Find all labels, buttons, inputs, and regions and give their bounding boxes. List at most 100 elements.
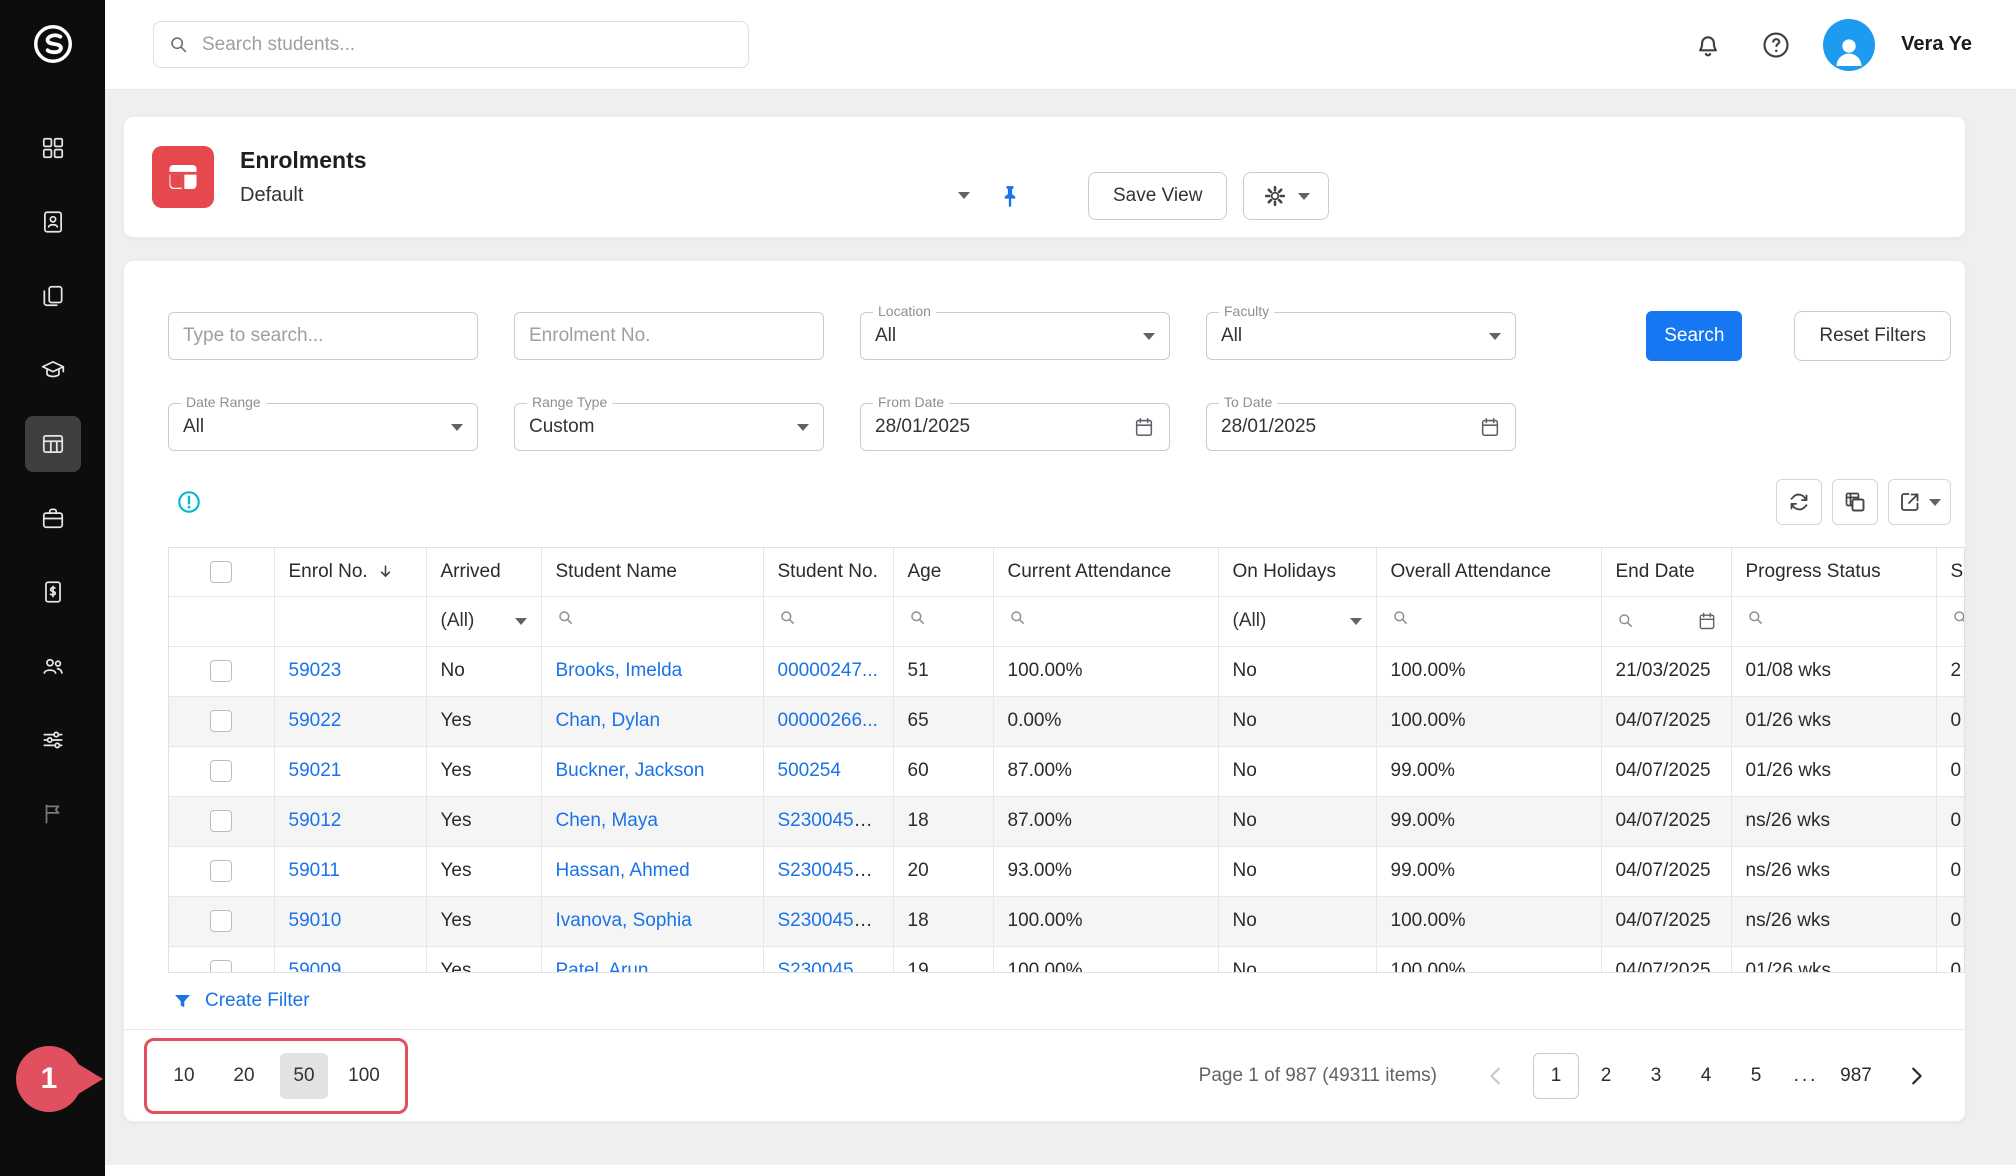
student-no-link[interactable]: S2300459... bbox=[778, 860, 880, 881]
create-filter-link[interactable]: Create Filter bbox=[124, 973, 1965, 1029]
filter-cell-overall-attendance[interactable] bbox=[1376, 596, 1601, 646]
table-row[interactable]: 59021 Yes Buckner, Jackson 500254 60 87.… bbox=[169, 746, 1965, 796]
enrol-no-link[interactable]: 59009 bbox=[289, 960, 342, 973]
filter-cell-on-holidays[interactable]: (All) bbox=[1218, 596, 1376, 646]
row-checkbox[interactable] bbox=[210, 760, 232, 782]
user-avatar[interactable] bbox=[1823, 19, 1875, 71]
prev-page-button[interactable] bbox=[1473, 1053, 1519, 1099]
range-type-select[interactable]: Range Type Custom bbox=[514, 403, 824, 451]
col-header-student-no[interactable]: Student No. bbox=[763, 548, 893, 596]
next-page-button[interactable] bbox=[1893, 1053, 1939, 1099]
enrolment-no-field[interactable] bbox=[514, 312, 824, 360]
help-button[interactable] bbox=[1755, 24, 1797, 66]
pin-view-button[interactable] bbox=[992, 178, 1028, 214]
page-button-5[interactable]: 5 bbox=[1733, 1053, 1779, 1099]
filter-cell-current-attendance[interactable] bbox=[993, 596, 1218, 646]
notifications-button[interactable] bbox=[1687, 24, 1729, 66]
page-button-987[interactable]: 987 bbox=[1833, 1053, 1879, 1099]
col-header-progress-status[interactable]: Progress Status bbox=[1731, 548, 1936, 596]
enrol-no-link[interactable]: 59010 bbox=[289, 910, 342, 931]
location-select[interactable]: Location All bbox=[860, 312, 1170, 360]
page-size-20[interactable]: 20 bbox=[220, 1053, 268, 1099]
search-button[interactable]: Search bbox=[1646, 311, 1742, 361]
faculty-select[interactable]: Faculty All bbox=[1206, 312, 1516, 360]
col-header-on-holidays[interactable]: On Holidays bbox=[1218, 548, 1376, 596]
row-checkbox[interactable] bbox=[210, 910, 232, 932]
sidebar-item-reports[interactable] bbox=[25, 786, 81, 842]
sidebar-item-enrolments[interactable] bbox=[25, 416, 81, 472]
student-no-link[interactable]: 00000266... bbox=[778, 710, 878, 731]
table-row[interactable]: 59012 Yes Chen, Maya S2300459... 18 87.0… bbox=[169, 796, 1965, 846]
enrol-no-link[interactable]: 59022 bbox=[289, 710, 342, 731]
page-button-1[interactable]: 1 bbox=[1533, 1053, 1579, 1099]
row-checkbox[interactable] bbox=[210, 660, 232, 682]
select-all-checkbox[interactable] bbox=[210, 561, 232, 583]
table-row[interactable]: 59022 Yes Chan, Dylan 00000266... 65 0.0… bbox=[169, 696, 1965, 746]
student-name-link[interactable]: Ivanova, Sophia bbox=[556, 910, 692, 931]
student-name-link[interactable]: Buckner, Jackson bbox=[556, 760, 705, 781]
student-no-link[interactable]: S2300459... bbox=[778, 910, 880, 931]
filter-cell-student-name[interactable] bbox=[541, 596, 763, 646]
row-checkbox[interactable] bbox=[210, 810, 232, 832]
page-size-100[interactable]: 100 bbox=[340, 1053, 388, 1099]
page-size-50[interactable]: 50 bbox=[280, 1053, 328, 1099]
from-date-field[interactable]: From Date 28/01/2025 bbox=[860, 403, 1170, 451]
student-no-link[interactable]: S2300459... bbox=[778, 960, 880, 973]
sidebar-item-dashboard[interactable] bbox=[25, 120, 81, 176]
filter-cell-student-no[interactable] bbox=[763, 596, 893, 646]
col-header-end-date[interactable]: End Date bbox=[1601, 548, 1731, 596]
sidebar-item-settings[interactable] bbox=[25, 712, 81, 768]
to-date-field[interactable]: To Date 28/01/2025 bbox=[1206, 403, 1516, 451]
filter-cell-end-date[interactable] bbox=[1601, 596, 1731, 646]
col-header-overall-attendance[interactable]: Overall Attendance bbox=[1376, 548, 1601, 596]
filter-cell-arrived[interactable]: (All) bbox=[426, 596, 541, 646]
page-button-4[interactable]: 4 bbox=[1683, 1053, 1729, 1099]
filter-cell-progress-status[interactable] bbox=[1731, 596, 1936, 646]
save-view-button[interactable]: Save View bbox=[1088, 172, 1227, 220]
table-row[interactable]: 59010 Yes Ivanova, Sophia S2300459... 18… bbox=[169, 896, 1965, 946]
date-range-select[interactable]: Date Range All bbox=[168, 403, 478, 451]
row-checkbox[interactable] bbox=[210, 960, 232, 973]
col-header-student-name[interactable]: Student Name bbox=[541, 548, 763, 596]
student-no-link[interactable]: 00000247... bbox=[778, 660, 878, 681]
student-search-box[interactable] bbox=[153, 21, 749, 68]
refresh-button[interactable] bbox=[1776, 479, 1822, 525]
column-chooser-button[interactable] bbox=[1832, 479, 1878, 525]
export-button[interactable] bbox=[1888, 479, 1951, 525]
table-row[interactable]: 59009 Yes Patel, Arun S2300459... 19 100… bbox=[169, 946, 1965, 973]
col-header-current-attendance[interactable]: Current Attendance bbox=[993, 548, 1218, 596]
app-logo[interactable] bbox=[23, 14, 83, 74]
col-header-partial[interactable]: S bbox=[1936, 548, 1965, 596]
sidebar-item-agents[interactable] bbox=[25, 638, 81, 694]
select-all-header[interactable] bbox=[169, 548, 274, 596]
row-checkbox[interactable] bbox=[210, 860, 232, 882]
sidebar-item-courses[interactable] bbox=[25, 342, 81, 398]
keyword-field[interactable] bbox=[168, 312, 478, 360]
sidebar-item-jobs[interactable] bbox=[25, 490, 81, 546]
filter-cell-age[interactable] bbox=[893, 596, 993, 646]
enrol-no-link[interactable]: 59023 bbox=[289, 660, 342, 681]
col-header-enrol-no[interactable]: Enrol No. bbox=[274, 548, 426, 596]
search-input[interactable] bbox=[202, 34, 734, 56]
page-button-3[interactable]: 3 bbox=[1633, 1053, 1679, 1099]
col-header-age[interactable]: Age bbox=[893, 548, 993, 596]
table-row[interactable]: 59011 Yes Hassan, Ahmed S2300459... 20 9… bbox=[169, 846, 1965, 896]
student-name-link[interactable]: Chen, Maya bbox=[556, 810, 658, 831]
row-checkbox[interactable] bbox=[210, 710, 232, 732]
sidebar-item-documents[interactable] bbox=[25, 268, 81, 324]
student-no-link[interactable]: 500254 bbox=[778, 760, 841, 781]
view-settings-button[interactable] bbox=[1243, 172, 1329, 220]
student-name-link[interactable]: Chan, Dylan bbox=[556, 710, 661, 731]
student-name-link[interactable]: Patel, Arun bbox=[556, 960, 649, 973]
page-button-2[interactable]: 2 bbox=[1583, 1053, 1629, 1099]
table-row[interactable]: 59023 No Brooks, Imelda 00000247... 51 1… bbox=[169, 646, 1965, 696]
student-name-link[interactable]: Brooks, Imelda bbox=[556, 660, 683, 681]
info-icon[interactable] bbox=[176, 489, 202, 515]
keyword-input[interactable] bbox=[183, 325, 463, 347]
page-size-10[interactable]: 10 bbox=[160, 1053, 208, 1099]
enrol-no-link[interactable]: 59011 bbox=[289, 860, 340, 881]
enrol-no-link[interactable]: 59021 bbox=[289, 760, 342, 781]
student-no-link[interactable]: S2300459... bbox=[778, 810, 880, 831]
sidebar-item-contacts[interactable] bbox=[25, 194, 81, 250]
filter-cell-enrol-no[interactable] bbox=[274, 596, 426, 646]
